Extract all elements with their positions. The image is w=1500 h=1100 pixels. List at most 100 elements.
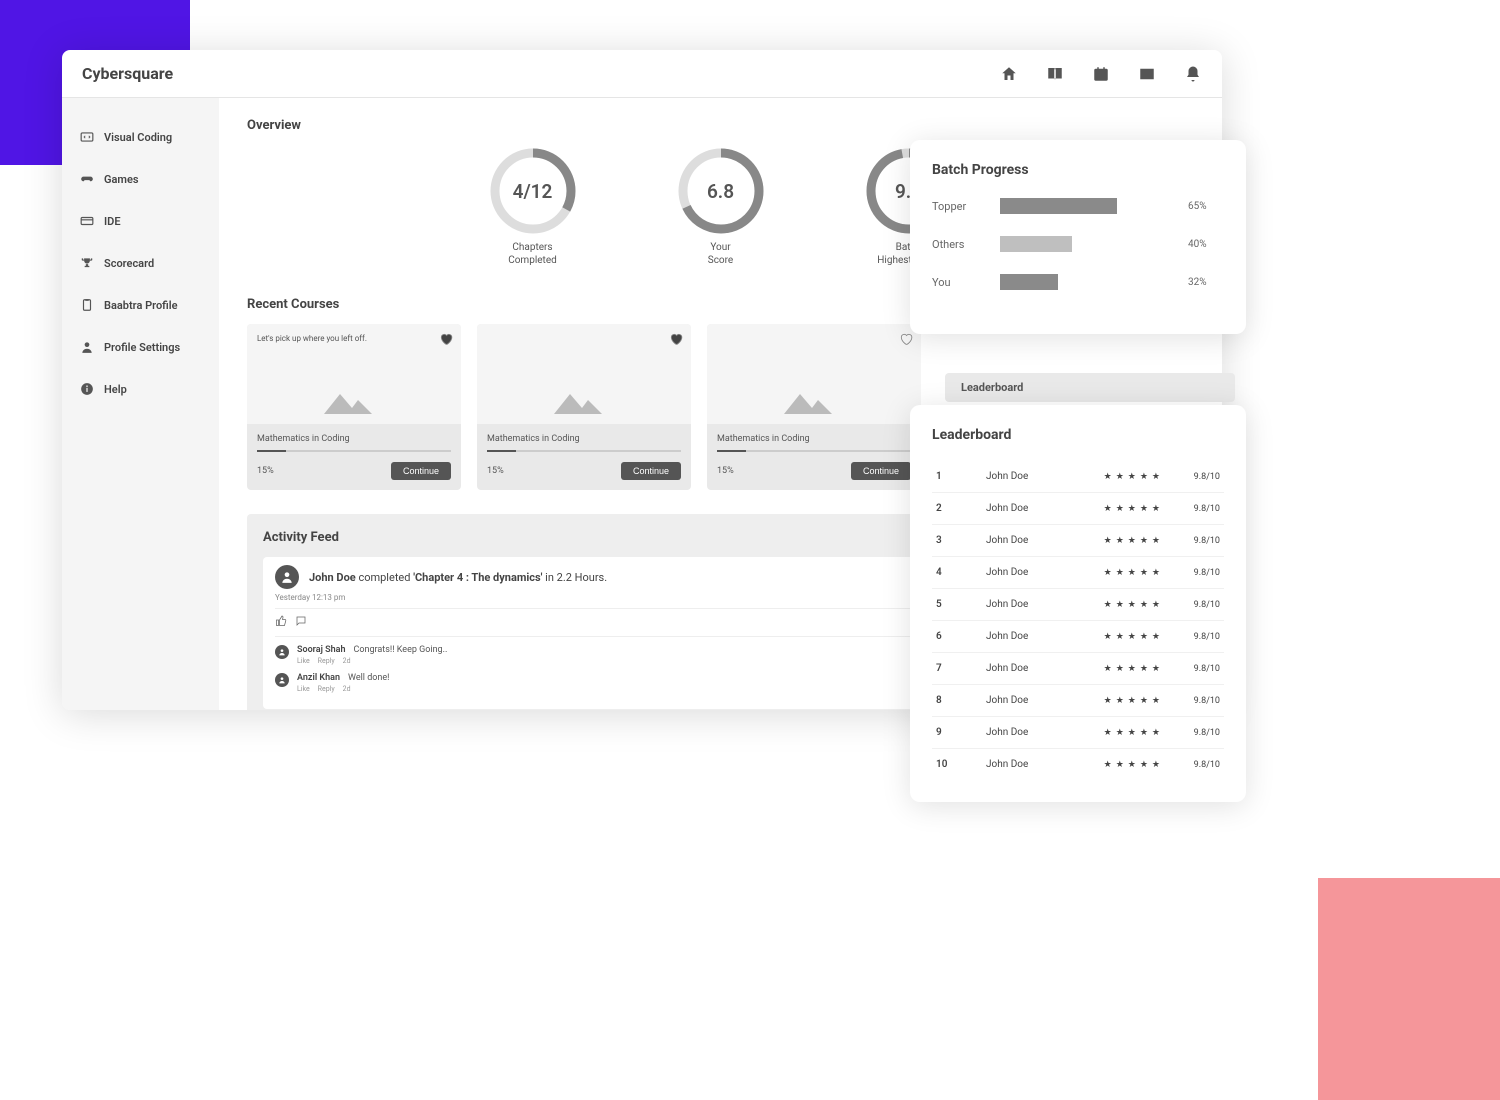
comment-text: Congrats!! Keep Going..	[354, 645, 448, 655]
leaderboard-row[interactable]: 7John Doe★★★★★9.8/10	[932, 652, 1224, 684]
continue-button[interactable]: Continue	[851, 462, 911, 480]
ld-name: John Doe	[986, 631, 1088, 642]
leaderboard-row[interactable]: 3John Doe★★★★★9.8/10	[932, 524, 1224, 556]
star-icon: ★★★★★	[1104, 632, 1164, 642]
metric-label: ChaptersCompleted	[508, 241, 557, 267]
leaderboard-row[interactable]: 5John Doe★★★★★9.8/10	[932, 588, 1224, 620]
ld-score: 9.8/10	[1180, 568, 1220, 578]
topbar: Cybersquare	[62, 50, 1222, 98]
leaderboard-row[interactable]: 8John Doe★★★★★9.8/10	[932, 684, 1224, 716]
leaderboard-row[interactable]: 2John Doe★★★★★9.8/10	[932, 492, 1224, 524]
sidebar-item-label: Profile Settings	[104, 341, 180, 354]
topbar-icons	[1000, 65, 1202, 83]
continue-button[interactable]: Continue	[391, 462, 451, 480]
comment-like[interactable]: Like	[297, 657, 310, 665]
ld-score: 9.8/10	[1180, 504, 1220, 514]
batch-pct: 65%	[1188, 201, 1224, 212]
star-icon: ★★★★★	[1104, 568, 1164, 578]
ld-name: John Doe	[986, 759, 1088, 770]
batch-pct: 32%	[1188, 277, 1224, 288]
leaderboard-title: Leaderboard	[932, 427, 1224, 443]
course-card[interactable]: Let's pick up where you left off. Mathema…	[247, 324, 461, 490]
star-icon: ★★★★★	[1104, 760, 1164, 770]
ld-score: 9.8/10	[1180, 472, 1220, 482]
ld-name: John Doe	[986, 663, 1088, 674]
mail-icon[interactable]	[1138, 65, 1156, 83]
heart-icon[interactable]	[899, 332, 913, 346]
sidebar-item-games[interactable]: Games	[62, 158, 219, 200]
sidebar-item-baabtra-profile[interactable]: Baabtra Profile	[62, 284, 219, 326]
leaderboard-row[interactable]: 9John Doe★★★★★9.8/10	[932, 716, 1224, 748]
metric-chapters: 4/12 ChaptersCompleted	[489, 147, 577, 267]
leaderboard-row[interactable]: 4 John Doe ★★★★★ 9.8/10	[932, 556, 1224, 588]
sidebar-item-profile-settings[interactable]: Profile Settings	[62, 326, 219, 368]
trophy-icon	[80, 256, 94, 270]
leaderboard-row[interactable]: 1John Doe★★★★★9.8/10	[932, 461, 1224, 492]
comment-icon[interactable]	[295, 615, 307, 627]
heart-icon[interactable]	[439, 332, 453, 346]
comment-like[interactable]: Like	[297, 685, 310, 693]
course-pct: 15%	[487, 466, 504, 476]
comment-age: 2d	[343, 685, 351, 693]
continue-button[interactable]: Continue	[621, 462, 681, 480]
ld-rank: 4	[936, 567, 950, 578]
batch-pct: 40%	[1188, 239, 1224, 250]
comment-reply[interactable]: Reply	[318, 685, 335, 693]
ld-name: John Doe	[986, 695, 1088, 706]
sidebar-item-label: Games	[104, 173, 139, 186]
ld-score: 9.8/10	[1180, 632, 1220, 642]
course-name: Mathematics in Coding	[717, 434, 911, 444]
home-icon[interactable]	[1000, 65, 1018, 83]
calendar-icon[interactable]	[1092, 65, 1110, 83]
thumbs-up-icon[interactable]	[275, 615, 287, 627]
course-card[interactable]: Mathematics in Coding 15% Continue	[707, 324, 921, 490]
metric-value: 6.8	[677, 147, 765, 235]
ld-rank: 1	[936, 471, 950, 482]
leaderboard-row[interactable]: 6 John Doe ★★★★★ 9.8/10	[932, 620, 1224, 652]
bell-icon[interactable]	[1184, 65, 1202, 83]
comment-reply[interactable]: Reply	[318, 657, 335, 665]
batch-label: Others	[932, 238, 984, 251]
course-card[interactable]: Mathematics in Coding15%Continue	[477, 324, 691, 490]
ld-rank: 10	[936, 759, 950, 770]
leaderboard-row[interactable]: 10John Doe★★★★★9.8/10	[932, 748, 1224, 780]
sidebar-item-scorecard[interactable]: Scorecard	[62, 242, 219, 284]
sidebar-item-ide[interactable]: IDE	[62, 200, 219, 242]
image-placeholder-icon	[324, 386, 384, 414]
star-icon: ★★★★★	[1104, 536, 1164, 546]
ld-name: John Doe	[986, 567, 1088, 578]
comment-text: Well done!	[348, 673, 390, 683]
batch-row-topper: Topper65%	[932, 198, 1224, 214]
pickup-text: Let's pick up where you left off.	[257, 334, 367, 343]
course-name: Mathematics in Coding	[257, 434, 451, 444]
progress-bar	[487, 450, 681, 452]
sidebar-item-help[interactable]: Help	[62, 368, 219, 410]
reaction-icons[interactable]	[275, 615, 313, 630]
ld-rank: 6	[936, 631, 950, 642]
image-placeholder-icon	[784, 386, 844, 414]
sidebar-item-label: IDE	[104, 215, 121, 228]
course-pct: 15%	[257, 466, 274, 476]
recent-title: Recent Courses	[247, 297, 339, 312]
progress-bar	[257, 450, 451, 452]
batch-progress-card: Batch Progress Topper65%Others40%You32%	[910, 140, 1246, 334]
batch-row-you: You 32%	[932, 274, 1224, 290]
star-icon: ★★★★★	[1104, 664, 1164, 674]
avatar-icon	[275, 645, 289, 659]
sidebar-item-label: Scorecard	[104, 257, 154, 270]
book-icon[interactable]	[1046, 65, 1064, 83]
course-pct: 15%	[717, 466, 734, 476]
metric-value: 4/12	[489, 147, 577, 235]
card-icon	[80, 214, 94, 228]
sidebar-item-label: Visual Coding	[104, 131, 172, 144]
progress-bar	[717, 450, 911, 452]
heart-icon[interactable]	[669, 332, 683, 346]
decorative-pink	[1318, 878, 1500, 1100]
ld-rank: 2	[936, 503, 950, 514]
sidebar-item-visual-coding[interactable]: Visual Coding	[62, 116, 219, 158]
brand-title: Cybersquare	[82, 64, 173, 83]
batch-label: You	[932, 276, 984, 289]
sidebar-item-label: Help	[104, 383, 127, 396]
ld-name: John Doe	[986, 727, 1088, 738]
comment-age: 2d	[343, 657, 351, 665]
